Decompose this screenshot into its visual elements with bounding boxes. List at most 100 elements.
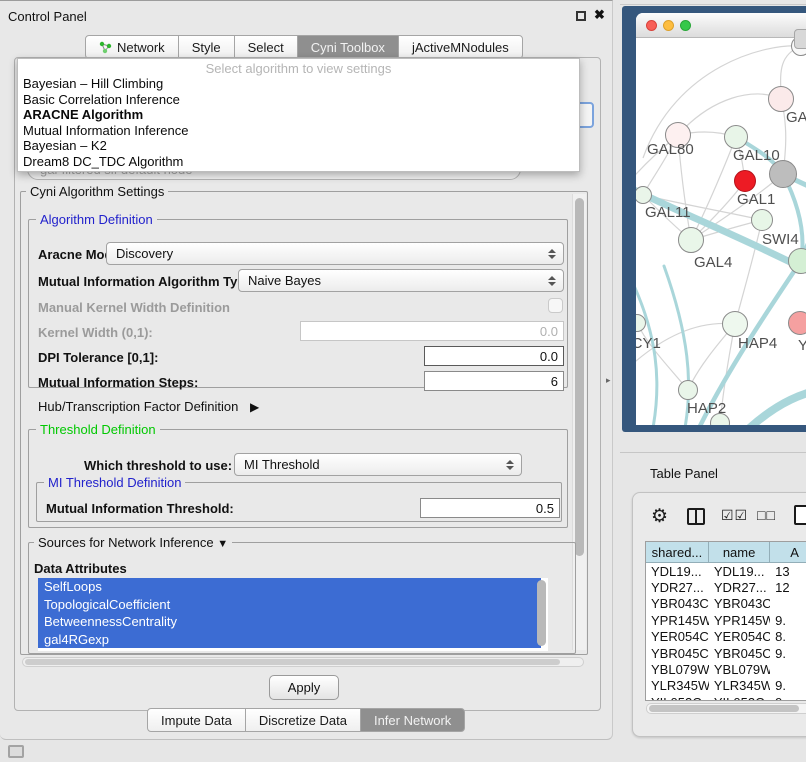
table-hscrollbar-thumb[interactable] — [649, 705, 799, 712]
dpi-tolerance-field[interactable]: 0.0 — [424, 346, 564, 366]
column-header[interactable]: name — [709, 542, 770, 563]
table-panel-title: Table Panel — [650, 466, 718, 481]
table-hscrollbar-track[interactable] — [646, 703, 806, 714]
select-all-checkboxes-icon[interactable]: ☑☑ — [721, 507, 748, 524]
network-canvas[interactable]: GAL GAL80 GAL10 GAL1 GAL11 SWI4 GAL4 GCY… — [636, 38, 806, 425]
network-node[interactable] — [724, 125, 748, 149]
mi-type-value: Naive Bayes — [248, 273, 321, 288]
network-node[interactable] — [788, 311, 806, 335]
table-row[interactable]: YDL19...YDL19...13 — [646, 563, 806, 579]
tab-infer-network[interactable]: Infer Network — [360, 708, 465, 732]
top-splitter-line — [620, 4, 806, 5]
split-columns-icon[interactable] — [687, 508, 705, 525]
gear-icon[interactable]: ⚙ — [651, 505, 668, 528]
aracne-mode-combo[interactable]: Discovery — [106, 242, 564, 265]
network-window[interactable]: GAL GAL80 GAL10 GAL1 GAL11 SWI4 GAL4 GCY… — [636, 13, 806, 425]
settings-scrollbar-thumb[interactable] — [575, 198, 584, 556]
tab-cyni-toolbox[interactable]: Cyni Toolbox — [297, 35, 399, 59]
top-tab-bar: Network Style Select Cyni Toolbox jActiv… — [86, 35, 523, 59]
close-panel-button[interactable]: ✖ — [594, 7, 605, 23]
node-label: SWI4 — [762, 231, 799, 248]
list-scrollbar-thumb[interactable] — [537, 580, 546, 646]
cell: 9. — [770, 613, 806, 628]
list-item[interactable]: gal4RGexp — [38, 631, 541, 649]
tab-style[interactable]: Style — [178, 35, 235, 59]
split-columns-divider — [695, 510, 697, 523]
network-node-selected-red[interactable] — [734, 170, 756, 192]
node-label: GAL4 — [694, 254, 732, 271]
export-table-icon[interactable] — [794, 505, 806, 525]
table-row[interactable]: YER054CYER054C8. — [646, 629, 806, 645]
cell: 9. — [770, 678, 806, 693]
mi-threshold-field[interactable]: 0.5 — [420, 498, 560, 518]
which-threshold-value: MI Threshold — [244, 457, 320, 472]
minimize-window-icon[interactable] — [663, 20, 674, 31]
tab-discretize-data[interactable]: Discretize Data — [245, 708, 361, 732]
cell: YDR27... — [709, 580, 770, 595]
cell: YBL079W — [646, 662, 709, 677]
node-label: HAP2 — [687, 400, 726, 417]
mi-steps-field[interactable]: 6 — [424, 371, 564, 391]
maximize-window-icon[interactable] — [680, 20, 691, 31]
column-header[interactable]: A — [770, 542, 806, 563]
float-window-button[interactable] — [576, 11, 586, 21]
deselect-all-checkboxes-icon[interactable]: □□ — [757, 507, 776, 523]
network-node[interactable] — [678, 227, 704, 253]
cell: 8. — [770, 629, 806, 644]
table-row[interactable]: YIL052CYIL052C9 — [646, 694, 806, 701]
table-row[interactable]: YBR043CYBR043C — [646, 596, 806, 612]
cell: YBR045C — [646, 646, 709, 661]
list-item[interactable]: BetweennessCentrality — [38, 613, 541, 631]
table-row[interactable]: YLR345WYLR345W9. — [646, 678, 806, 694]
cell: 9 — [770, 695, 806, 701]
collapsed-panel-icon[interactable] — [8, 745, 24, 758]
manual-kernel-checkbox[interactable] — [548, 298, 563, 313]
kernel-width-field[interactable]: 0.0 — [300, 321, 564, 341]
tab-select[interactable]: Select — [234, 35, 298, 59]
tab-jactivemnodules[interactable]: jActiveMNodules — [398, 35, 523, 59]
window-control-partial[interactable] — [794, 29, 806, 49]
dropdown-item[interactable]: Mutual Information Inference — [23, 123, 188, 138]
table-row[interactable]: YPR145WYPR145W9. — [646, 612, 806, 628]
dropdown-item-selected[interactable]: ARACNE Algorithm — [23, 107, 143, 122]
aracne-mode-value: Discovery — [116, 246, 173, 261]
cell: 9. — [770, 646, 806, 661]
algorithm-dropdown-list: Select algorithm to view settings Bayesi… — [17, 58, 580, 172]
network-window-titlebar[interactable] — [636, 13, 806, 38]
tab-label: Style — [192, 40, 221, 55]
network-node[interactable] — [678, 380, 698, 400]
dropdown-item[interactable]: Basic Correlation Inference — [23, 92, 180, 107]
settings-hscrollbar-thumb[interactable] — [25, 659, 560, 665]
combo-stepper-icon — [548, 249, 556, 259]
settings-hscrollbar-track[interactable] — [22, 657, 584, 667]
apply-button[interactable]: Apply — [269, 675, 339, 700]
cell: YBR045C — [709, 646, 770, 661]
kernel-width-label: Kernel Width (0,1): — [38, 325, 153, 340]
table-row[interactable]: YDR27...YDR27...12 — [646, 579, 806, 595]
dropdown-item[interactable]: Bayesian – Hill Climbing — [23, 76, 163, 91]
cell: YPR145W — [646, 613, 709, 628]
close-window-icon[interactable] — [646, 20, 657, 31]
network-node[interactable] — [769, 160, 797, 188]
tab-network[interactable]: Network — [85, 35, 179, 59]
table-row[interactable]: YBL079WYBL079W — [646, 661, 806, 677]
hub-definition-toggle[interactable]: Hub/Transcription Factor Definition ▶ — [38, 399, 259, 414]
which-threshold-combo[interactable]: MI Threshold — [234, 453, 522, 476]
node-label: GAL — [786, 109, 806, 126]
list-item[interactable]: SelfLoops — [38, 578, 541, 596]
mi-type-combo[interactable]: Naive Bayes — [238, 269, 564, 292]
list-item[interactable]: TopologicalCoefficient — [38, 596, 541, 614]
network-node[interactable] — [751, 209, 773, 231]
sources-toggle[interactable]: Sources for Network Inference ▼ — [34, 535, 232, 550]
tab-label: Cyni Toolbox — [311, 40, 385, 55]
cell: YER054C — [646, 629, 709, 644]
network-node[interactable] — [722, 311, 748, 337]
table-row[interactable]: YBR045CYBR045C9. — [646, 645, 806, 661]
screen: Control Panel ✖ Network Style Select Cyn… — [0, 0, 806, 762]
dropdown-item[interactable]: Dream8 DC_TDC Algorithm — [23, 154, 183, 169]
splitter-handle-icon[interactable]: ▸ — [606, 375, 611, 386]
dropdown-item[interactable]: Bayesian – K2 — [23, 138, 107, 153]
column-header[interactable]: shared... — [646, 542, 709, 563]
tab-impute-data[interactable]: Impute Data — [147, 708, 246, 732]
manual-kernel-label: Manual Kernel Width Definition — [38, 300, 230, 315]
